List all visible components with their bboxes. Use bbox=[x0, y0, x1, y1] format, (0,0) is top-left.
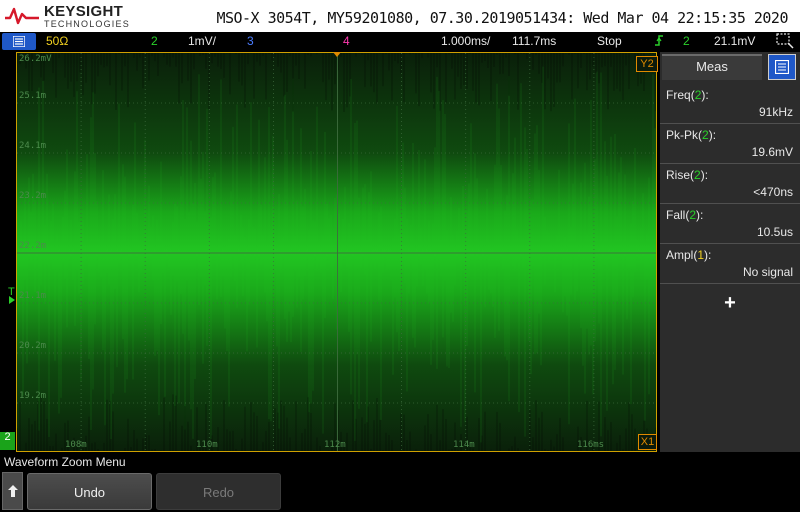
zoom-select-icon[interactable] bbox=[776, 33, 794, 52]
impedance-label[interactable]: 50Ω bbox=[46, 34, 68, 48]
meas-name: Ampl bbox=[666, 248, 694, 262]
main-menu-button[interactable] bbox=[2, 33, 36, 50]
channel2-ground-marker[interactable]: 2 bbox=[0, 432, 15, 450]
ch3-label[interactable]: 3 bbox=[247, 34, 254, 48]
x-tick-label: 110m bbox=[196, 440, 218, 450]
trigger-position-marker[interactable] bbox=[333, 52, 341, 57]
meas-tab[interactable]: Meas bbox=[662, 54, 762, 80]
panel-menu-button[interactable] bbox=[768, 54, 796, 80]
cursor-x1-marker[interactable]: X1 bbox=[638, 434, 657, 450]
meas-name: Rise bbox=[666, 168, 691, 182]
add-measurement-button[interactable]: + bbox=[660, 286, 800, 324]
meas-channel: 2 bbox=[689, 208, 697, 222]
timebase-scale[interactable]: 1.000ms/ bbox=[441, 34, 490, 48]
ch2-label[interactable]: 2 bbox=[151, 34, 158, 48]
time-delay[interactable]: 111.7ms bbox=[512, 34, 556, 48]
redo-button[interactable]: Redo bbox=[156, 473, 281, 510]
measurement-item[interactable]: Pk-Pk(2): 19.6mV bbox=[660, 124, 800, 164]
trigger-channel[interactable]: 2 bbox=[683, 34, 690, 48]
y-tick-label: 21.1m bbox=[19, 291, 47, 301]
keysight-wave-icon bbox=[5, 7, 39, 25]
y-tick-label: 23.2m bbox=[19, 191, 47, 201]
meas-name: Pk-Pk bbox=[666, 128, 699, 142]
meas-channel: 1 bbox=[697, 248, 705, 262]
arrow-up-icon bbox=[8, 485, 18, 497]
run-state: Stop bbox=[597, 34, 622, 48]
x-tick-label: 114m bbox=[453, 440, 475, 450]
x-tick-label: 116ms bbox=[577, 440, 605, 450]
meas-value: No signal bbox=[742, 265, 793, 279]
x-tick-label: 112m bbox=[324, 440, 346, 450]
trigger-level-arrow-icon[interactable] bbox=[9, 296, 15, 304]
back-button[interactable] bbox=[2, 472, 23, 510]
meas-value: 10.5us bbox=[756, 225, 793, 239]
measurement-item[interactable]: Fall(2): 10.5us bbox=[660, 204, 800, 244]
y-tick-label: 26.2mV bbox=[19, 54, 52, 64]
title-bar: KEYSIGHT TECHNOLOGIES MSO-X 3054T, MY592… bbox=[0, 0, 800, 32]
menu-icon bbox=[775, 60, 789, 74]
meas-value: <470ns bbox=[753, 185, 793, 199]
waveform-canvas bbox=[17, 53, 656, 451]
measurement-item[interactable]: Freq(2): 91kHz bbox=[660, 84, 800, 124]
y-tick-label: 24.1m bbox=[19, 141, 47, 151]
meas-value: 91kHz bbox=[758, 105, 793, 119]
menu-icon bbox=[13, 36, 25, 47]
trigger-edge-icon bbox=[654, 34, 664, 50]
y-tick-label: 20.2m bbox=[19, 341, 47, 351]
softkey-bar: Waveform Zoom Menu Undo Redo bbox=[0, 452, 800, 512]
meas-channel: 2 bbox=[702, 128, 709, 142]
ch2-scale[interactable]: 1mV/ bbox=[188, 34, 216, 48]
meas-name: Freq bbox=[666, 88, 691, 102]
keysight-logo: KEYSIGHT TECHNOLOGIES bbox=[4, 3, 129, 29]
undo-button[interactable]: Undo bbox=[27, 473, 152, 510]
meas-value: 19.6mV bbox=[751, 145, 793, 159]
waveform-display[interactable]: 26.2mV 25.1m 24.1m 23.2m 22.2m 21.1m 20.… bbox=[16, 52, 657, 452]
measurement-item[interactable]: Ampl(1): No signal bbox=[660, 244, 800, 284]
y-tick-label: 22.2m bbox=[19, 241, 47, 251]
cursor-y2-marker[interactable]: Y2 bbox=[636, 56, 658, 72]
instrument-title: MSO-X 3054T, MY59201080, 07.30.201905143… bbox=[216, 9, 788, 27]
y-tick-label: 19.2m bbox=[19, 391, 47, 401]
y-tick-label: 25.1m bbox=[19, 91, 47, 101]
brand-name: KEYSIGHT bbox=[44, 3, 124, 20]
trigger-level[interactable]: 21.1mV bbox=[714, 34, 755, 48]
meas-name: Fall bbox=[666, 208, 686, 222]
meas-channel: 2 bbox=[694, 88, 702, 102]
measurement-item[interactable]: Rise(2): <470ns bbox=[660, 164, 800, 204]
ch4-label[interactable]: 4 bbox=[343, 34, 350, 48]
x-tick-label: 108m bbox=[65, 440, 87, 450]
meas-channel: 2 bbox=[694, 168, 701, 182]
status-bar: 50Ω 2 1mV/ 3 4 1.000ms/ 111.7ms Stop 2 2… bbox=[0, 32, 800, 51]
menu-title: Waveform Zoom Menu bbox=[4, 455, 126, 469]
measurement-panel: Meas Freq(2): 91kHz Pk-Pk(2): 19.6mV Ris… bbox=[660, 52, 800, 452]
brand-subtitle: TECHNOLOGIES bbox=[44, 19, 130, 29]
